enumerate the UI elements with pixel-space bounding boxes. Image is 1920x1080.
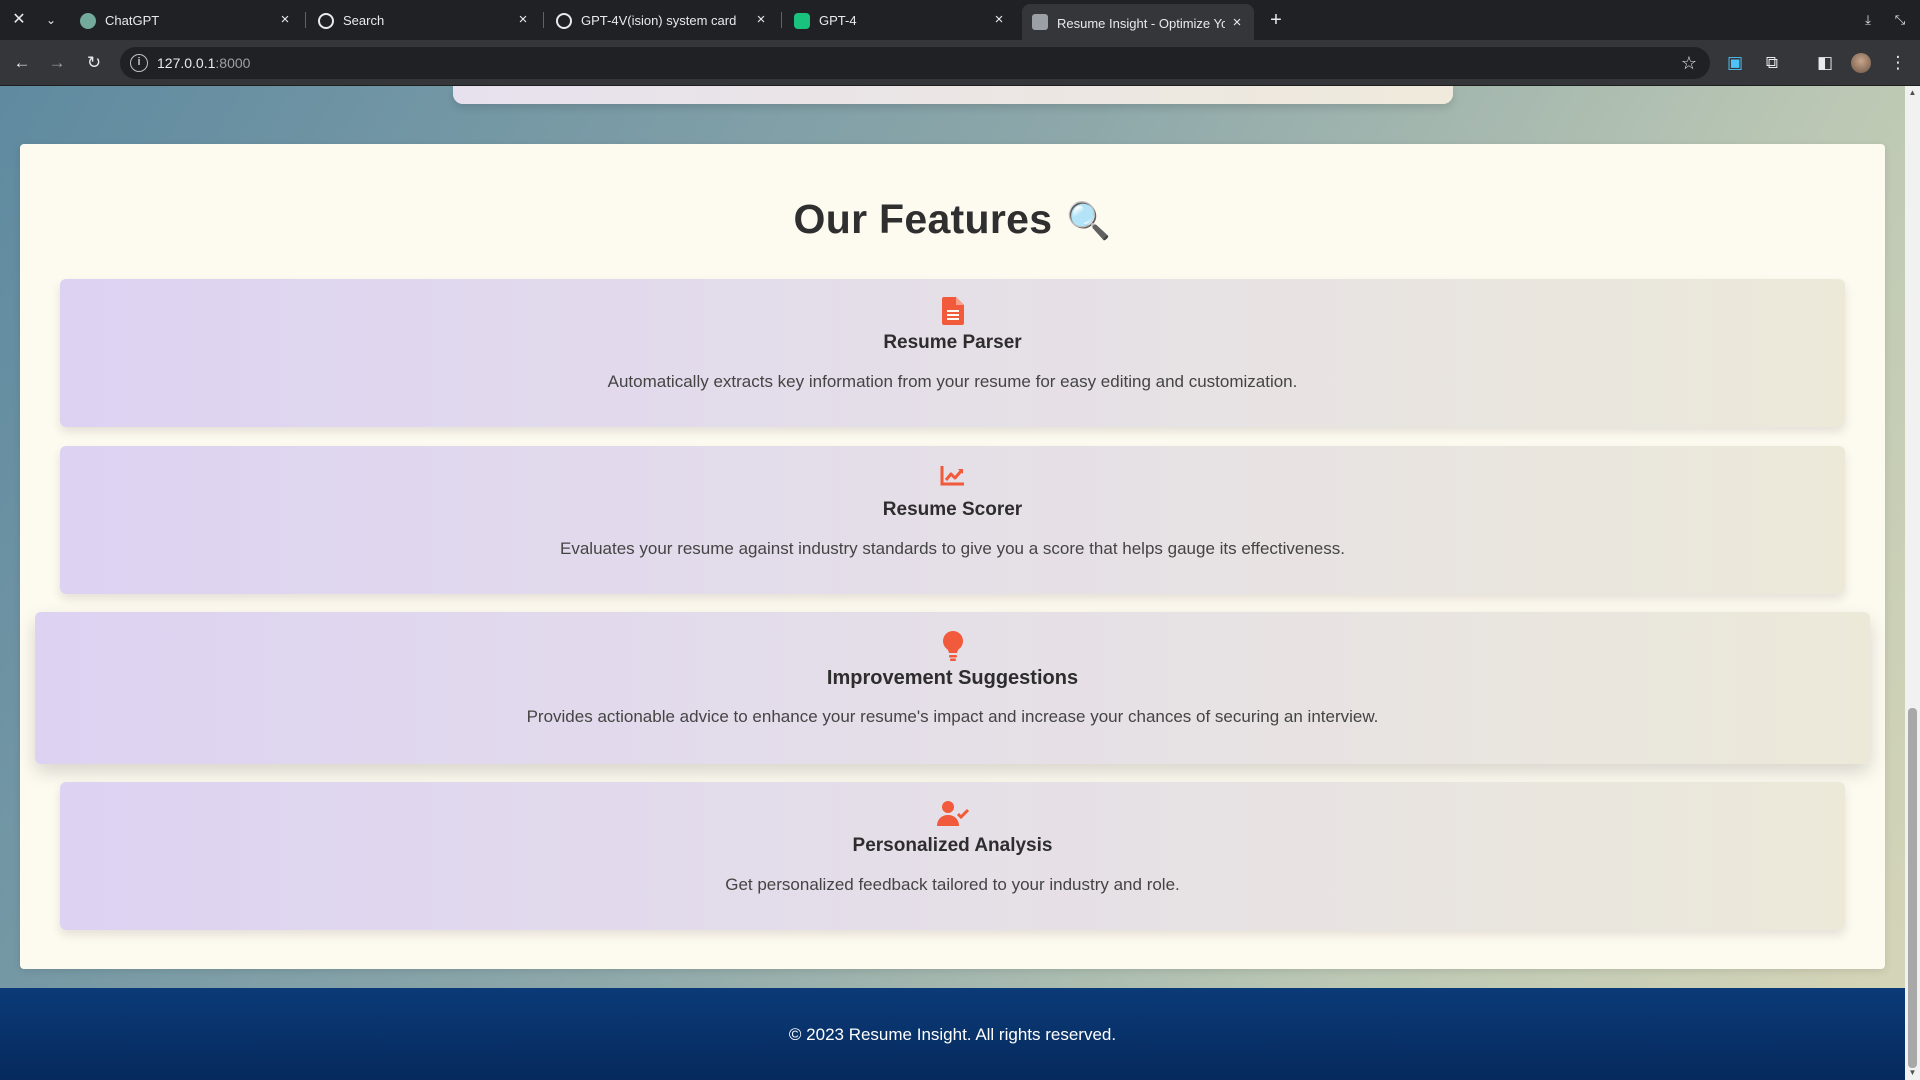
url-text[interactable]: 127.0.0.1:8000 [157, 55, 250, 71]
magnifier-icon: 🔍 [1066, 200, 1112, 241]
site-info-icon[interactable]: i [130, 54, 148, 72]
feature-description: Provides actionable advice to enhance yo… [526, 707, 1379, 726]
close-window-icon[interactable]: ✕ [7, 8, 31, 32]
feature-description: Automatically extracts key information f… [607, 372, 1298, 391]
tab-search[interactable]: Search × [308, 5, 540, 36]
feature-card-improvement-suggestions[interactable]: Improvement Suggestions Provides actiona… [35, 612, 1870, 764]
tab-gpt4[interactable]: GPT-4 × [784, 5, 1016, 36]
copyright-text: © 2023 Resume Insight. All rights reserv… [788, 1025, 1117, 1044]
close-tab-icon[interactable]: × [276, 11, 294, 29]
page-footer: © 2023 Resume Insight. All rights reserv… [0, 988, 1905, 1080]
address-bar[interactable]: i 127.0.0.1:8000 ☆ [120, 47, 1710, 79]
browser-tabstrip: ✕ ⌄ ChatGPT × Search × GPT-4V(ision) sys… [0, 0, 1920, 40]
user-check-icon [60, 800, 1845, 828]
chart-line-icon [60, 464, 1845, 492]
close-tab-icon[interactable]: × [752, 11, 770, 29]
bookmark-star-icon[interactable]: ☆ [1678, 52, 1700, 74]
chatgpt-icon [80, 13, 96, 29]
scrollbar-thumb[interactable] [1908, 708, 1917, 1068]
feature-title: Personalized Analysis [852, 835, 1053, 856]
minimize-icon[interactable]: ⤡ [1888, 8, 1912, 32]
tab-title: GPT-4V(ision) system card [581, 13, 737, 28]
feature-card-resume-scorer[interactable]: Resume Scorer Evaluates your resume agai… [60, 446, 1845, 594]
lightbulb-icon [35, 631, 1870, 661]
close-tab-icon[interactable]: × [990, 11, 1008, 29]
features-section: Our Features 🔍 Resume Parser Automaticall… [20, 144, 1885, 969]
feature-description: Get personalized feedback tailored to yo… [725, 875, 1180, 894]
scroll-up-arrow-icon[interactable]: ▲ [1905, 86, 1920, 100]
download-icon[interactable]: ⤓ [1856, 8, 1880, 32]
page-viewport: Our Features 🔍 Resume Parser Automaticall… [0, 86, 1905, 1080]
scroll-down-arrow-icon[interactable]: ▼ [1905, 1066, 1920, 1080]
tab-title: ChatGPT [105, 13, 160, 28]
extensions-puzzle-icon[interactable]: ⧉ [1760, 51, 1784, 75]
side-panel-icon[interactable]: ◧ [1813, 51, 1837, 75]
reload-icon[interactable]: ↻ [82, 51, 106, 75]
feature-card-personalized-analysis[interactable]: Personalized Analysis Get personalized f… [60, 782, 1845, 930]
page-scrollbar[interactable]: ▲ ▼ [1905, 86, 1920, 1080]
browser-toolbar: ← → ↻ i 127.0.0.1:8000 ☆ ▣ ⧉ ◧ ⋮ [0, 40, 1920, 86]
more-menu-icon[interactable]: ⋮ [1886, 51, 1910, 75]
feature-title: Resume Scorer [882, 499, 1023, 520]
tab-title: Resume Insight - Optimize You [1057, 16, 1225, 31]
close-tab-icon[interactable]: × [1228, 14, 1246, 32]
forward-arrow-icon[interactable]: → [45, 51, 69, 75]
tab-chatgpt[interactable]: ChatGPT × [70, 5, 302, 36]
tab-title: Search [343, 13, 385, 28]
tab-search-chevron-icon[interactable]: ⌄ [39, 8, 63, 32]
resume-icon [1032, 14, 1048, 30]
openai-icon [318, 13, 334, 29]
profile-avatar[interactable] [1849, 51, 1873, 75]
feature-title: Improvement Suggestions [826, 667, 1079, 689]
tab-title: GPT-4 [819, 13, 857, 28]
features-heading: Our Features 🔍 [793, 196, 1112, 242]
feature-title: Resume Parser [883, 332, 1022, 353]
new-tab-icon[interactable]: + [1264, 8, 1288, 32]
previous-section-card [453, 86, 1453, 104]
feature-card-resume-parser[interactable]: Resume Parser Automatically extracts key… [60, 279, 1845, 427]
tab-gpt4v-system-card[interactable]: GPT-4V(ision) system card × [546, 5, 778, 36]
feature-description: Evaluates your resume against industry s… [560, 539, 1345, 558]
save-extension-icon[interactable]: ▣ [1723, 51, 1747, 75]
openai-icon [556, 13, 572, 29]
openai-green-icon [794, 13, 810, 29]
back-arrow-icon[interactable]: ← [10, 51, 34, 75]
close-tab-icon[interactable]: × [514, 11, 532, 29]
tab-resume-insight[interactable]: Resume Insight - Optimize You × [1022, 4, 1254, 40]
document-icon [60, 297, 1845, 325]
